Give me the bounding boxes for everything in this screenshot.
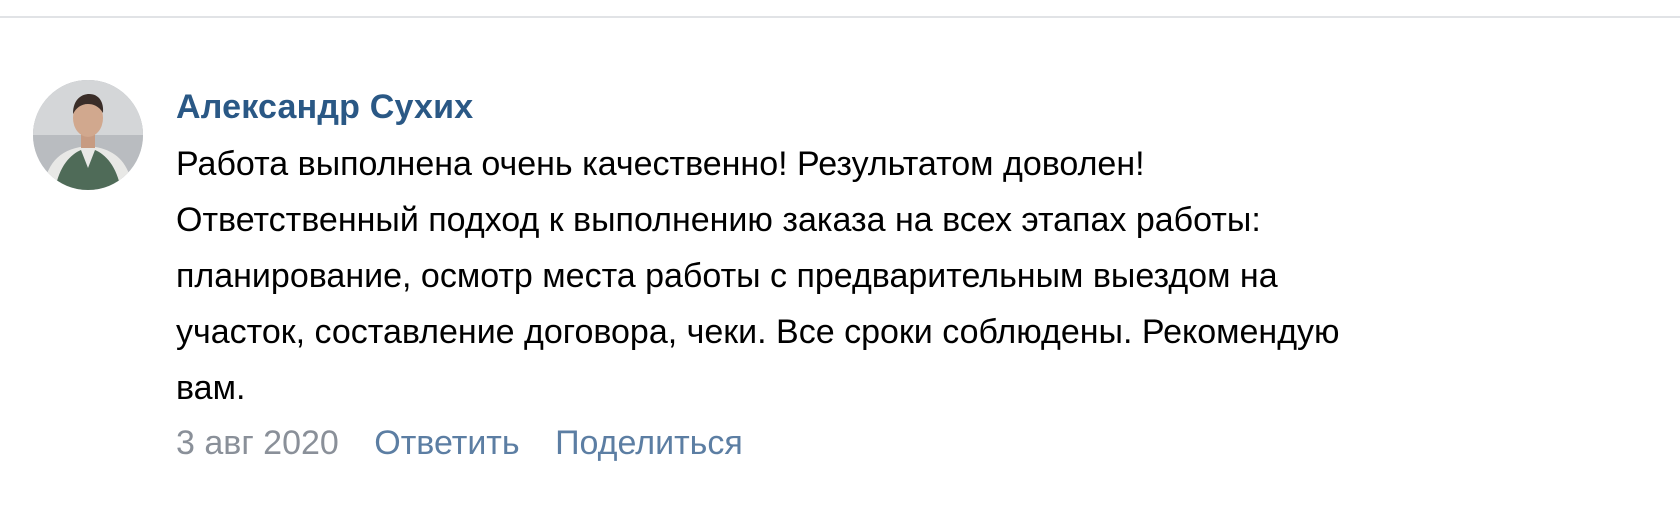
comment-text-line: вам. bbox=[176, 369, 246, 407]
comment-date-link[interactable]: 3 авг 2020 bbox=[176, 420, 339, 466]
comment-text-line: участок, составление договора, чеки. Все… bbox=[176, 313, 1340, 351]
comment-text-line: Ответственный подход к выполнению заказа… bbox=[176, 201, 1261, 239]
comment-text-line: планирование, осмотр места работы с пред… bbox=[176, 257, 1278, 295]
top-divider bbox=[0, 16, 1680, 18]
comment-footer: 3 авг 2020 Ответить Поделиться bbox=[176, 420, 1646, 466]
comment-body: Александр Сухих Работа выполнена очень к… bbox=[176, 80, 1646, 466]
comment-text-line: Работа выполнена очень качественно! Резу… bbox=[176, 145, 1145, 183]
reply-link[interactable]: Ответить bbox=[374, 420, 519, 466]
comment-text: Работа выполнена очень качественно! Резу… bbox=[176, 136, 1636, 416]
share-link[interactable]: Поделиться bbox=[555, 420, 743, 466]
author-avatar[interactable] bbox=[33, 80, 143, 190]
user-photo-icon bbox=[33, 80, 143, 190]
author-name-link[interactable]: Александр Сухих bbox=[176, 84, 473, 130]
